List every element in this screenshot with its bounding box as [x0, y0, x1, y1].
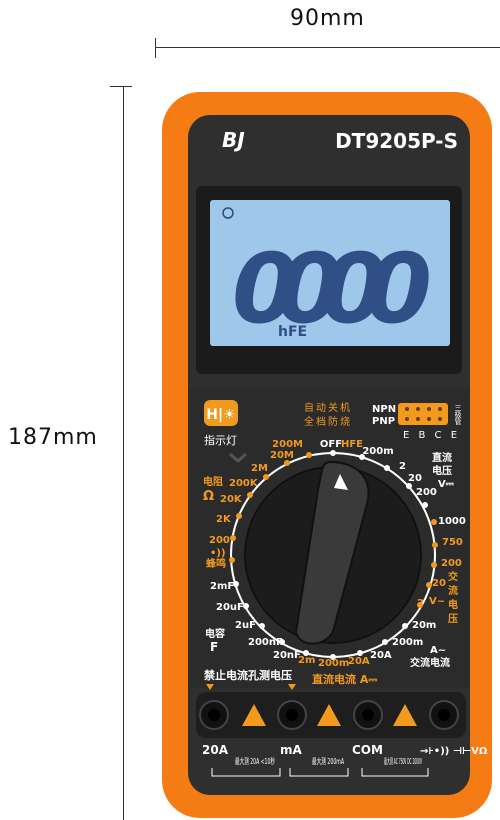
socket-pins-label: E B C E	[403, 430, 460, 441]
dc-current-label: 直流电流 A⎓	[312, 672, 377, 686]
ohm-20K: 20K	[220, 494, 243, 505]
dcv-caption-2: 电压	[432, 464, 452, 477]
dcv-200: 200	[416, 487, 437, 498]
buzzer-icon: •))	[210, 548, 226, 559]
hold-button-label: H|☀	[206, 407, 235, 423]
socket-side-label: 三极管	[454, 404, 462, 426]
transistor-socket[interactable]	[398, 403, 448, 425]
ohm-2K: 2K	[216, 514, 232, 525]
lcd-reading: 0000	[232, 233, 432, 345]
jack-vohm-label: →⊦•)) ⊣⊢VΩ	[420, 746, 488, 757]
acv-20: 20	[432, 578, 446, 589]
aca-20m: 20m	[412, 620, 436, 631]
npn-label: NPN	[372, 404, 396, 415]
range-hfe: HFE	[341, 439, 363, 450]
cap-20nF: 20nF	[273, 650, 301, 661]
indicator-light-label: 指示灯	[204, 433, 237, 447]
acv-2: 2	[417, 598, 424, 609]
acv-unit: V~	[429, 596, 445, 607]
pnp-label: PNP	[372, 416, 395, 427]
dcv-unit: V⎓	[438, 479, 454, 490]
buzzer-caption: 蜂鸣	[206, 557, 226, 570]
cap-20uF: 20uF	[216, 602, 244, 613]
jack-mA-note: 最大测 200mA	[312, 756, 344, 766]
dcv-1000: 1000	[438, 516, 466, 527]
ohm-20M: 20M	[270, 450, 294, 461]
jack-20A-label: 20A	[202, 743, 229, 757]
aca-200m: 200m	[392, 637, 423, 648]
dcv-caption-1: 直流	[432, 451, 452, 464]
cap-200nF: 200nF	[248, 637, 283, 648]
acv-750: 750	[442, 537, 463, 548]
ohm-200: 200	[209, 535, 230, 546]
range-off: OFF	[320, 439, 342, 450]
range-200m-top: 200m	[362, 446, 393, 457]
aca-unit: A~	[430, 645, 446, 656]
cap-2mF: 2mF	[210, 581, 234, 592]
jack-com-note: 最大测 AC 750V DC 1000V	[384, 756, 422, 766]
ohm-caption-2: Ω	[203, 489, 214, 504]
dcv-20: 20	[408, 473, 422, 484]
ohm-2M: 2M	[251, 463, 268, 474]
dcv-2: 2	[399, 461, 406, 472]
cap-caption-2: F	[210, 640, 218, 654]
acv-caption-1: 交	[448, 570, 458, 583]
dca-200m: 200m	[318, 658, 349, 669]
jack-20A-note: 最大测 20A <10秒	[235, 756, 275, 766]
model-name: DT9205P-S	[335, 129, 458, 153]
acv-caption-2: 流	[448, 584, 458, 597]
auto-off-label-2: 全档防烧	[304, 415, 352, 428]
auto-off-label-1: 自动关机	[304, 401, 352, 414]
cap-2uF: 2uF	[235, 620, 256, 631]
no-live-measure-label: 禁止电流孔测电压	[204, 668, 292, 682]
brand-logo: BJ	[222, 128, 245, 152]
lcd-mode: hFE	[278, 324, 307, 340]
cap-caption-1: 电容	[205, 627, 225, 640]
range-200M: 200M	[272, 439, 303, 450]
jack-com-label: COM	[352, 743, 383, 757]
ohm-caption-1: 电阻	[203, 475, 223, 488]
ohm-200K: 200K	[229, 478, 259, 489]
acv-200: 200	[441, 558, 462, 569]
acv-caption-3: 电	[448, 598, 458, 611]
jack-mA-label: mA	[280, 743, 303, 757]
acv-caption-4: 压	[448, 613, 458, 625]
aca-caption: 交流电流	[410, 656, 450, 669]
aca-20A: 20A	[370, 650, 392, 661]
multimeter: BJ DT9205P-S 0000 hFE H|☀ 指示灯 自动关机 全档防烧 …	[162, 92, 492, 818]
dca-20A: 20A	[348, 656, 370, 667]
